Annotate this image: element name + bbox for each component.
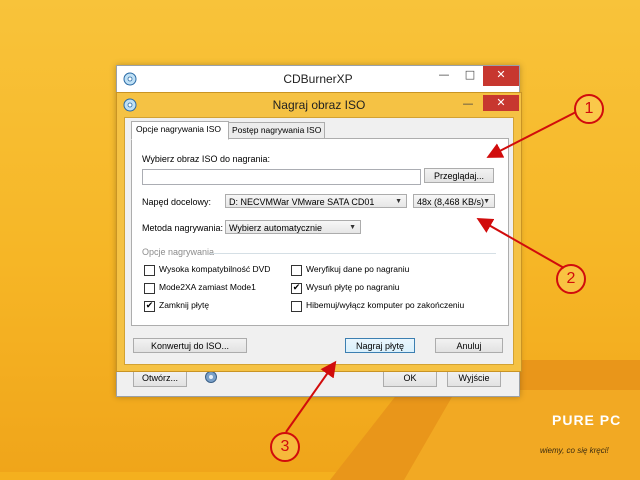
- tab-burn-progress[interactable]: Postęp nagrywania ISO: [227, 122, 325, 139]
- maximize-icon: □: [464, 68, 476, 81]
- close-icon: ✕: [496, 68, 506, 81]
- target-drive-select[interactable]: D: NECVMWar VMware SATA CD01 ▼: [225, 194, 407, 208]
- option-checkbox-finalize[interactable]: ✔: [144, 301, 155, 312]
- exit-button[interactable]: Wyjście: [447, 370, 501, 387]
- callout-marker-2: 2: [556, 264, 586, 294]
- minimize-icon: —: [462, 97, 474, 110]
- main-titlebar[interactable]: CDBurnerXP — □ ✕: [117, 66, 519, 92]
- burn-iso-dialog: Nagraj obraz ISO — ✕ Opcje nagrywania IS…: [116, 92, 522, 372]
- options-group-label: Opcje nagrywania: [142, 247, 215, 257]
- minimize-icon: —: [438, 68, 450, 81]
- target-drive-value: D: NECVMWar VMware SATA CD01: [229, 197, 375, 207]
- convert-to-iso-button[interactable]: Konwertuj do ISO...: [133, 338, 247, 353]
- iso-path-input[interactable]: [142, 169, 421, 185]
- checkmark-icon: ✔: [145, 301, 154, 311]
- dialog-client-area: Opcje nagrywania ISO Postęp nagrywania I…: [124, 117, 514, 365]
- callout-marker-1: 1: [574, 94, 604, 124]
- checkmark-icon: ✔: [292, 283, 301, 293]
- open-button[interactable]: Otwórz...: [133, 370, 187, 387]
- option-checkbox-hibernate[interactable]: [291, 301, 302, 312]
- cancel-button[interactable]: Anuluj: [435, 338, 503, 353]
- chevron-down-icon: ▼: [349, 224, 356, 231]
- close-icon: ✕: [496, 96, 506, 109]
- minimize-button[interactable]: —: [431, 66, 457, 86]
- option-checkbox-dvd-compat[interactable]: [144, 265, 155, 276]
- option-label: Wysoka kompatybilność DVD: [159, 264, 271, 274]
- chevron-down-icon: ▼: [483, 198, 490, 205]
- choose-iso-label: Wybierz obraz ISO do nagrania:: [142, 154, 270, 164]
- watermark-tagline: wiemy, co się kręci!: [540, 446, 609, 455]
- tab-burn-options[interactable]: Opcje nagrywania ISO: [131, 121, 229, 140]
- callout-marker-3: 3: [270, 432, 300, 462]
- option-label: Hibemuj/wyłącz komputer po zakończeniu: [306, 300, 465, 310]
- option-label: Mode2XA zamiast Mode1: [159, 282, 256, 292]
- browse-button[interactable]: Przeglądaj...: [424, 168, 494, 183]
- ok-button[interactable]: OK: [383, 370, 437, 387]
- method-value: Wybierz automatycznie: [229, 223, 322, 233]
- burn-disc-button[interactable]: Nagraj płytę: [345, 338, 415, 353]
- option-checkbox-verify[interactable]: [291, 265, 302, 276]
- chevron-down-icon: ▼: [395, 198, 402, 205]
- dialog-close-button[interactable]: ✕: [483, 95, 519, 111]
- option-checkbox-eject[interactable]: ✔: [291, 283, 302, 294]
- method-label: Metoda nagrywania:: [142, 223, 224, 233]
- watermark-logo: PURE PC: [552, 412, 622, 428]
- maximize-button[interactable]: □: [457, 66, 483, 86]
- target-drive-label: Napęd docelowy:: [142, 197, 212, 207]
- close-button[interactable]: ✕: [483, 66, 519, 86]
- option-label: Wysuń płytę po nagraniu: [306, 282, 400, 292]
- method-select[interactable]: Wybierz automatycznie ▼: [225, 220, 361, 234]
- speed-value: 48x (8,468 KB/s): [417, 197, 485, 207]
- options-panel: Wybierz obraz ISO do nagrania: Przegląda…: [131, 138, 509, 326]
- option-checkbox-mode2xa[interactable]: [144, 283, 155, 294]
- option-label: Zamknij płytę: [159, 300, 210, 310]
- speed-select[interactable]: 48x (8,468 KB/s) ▼: [413, 194, 495, 208]
- option-label: Weryfikuj dane po nagraniu: [306, 264, 410, 274]
- options-separator: [210, 253, 496, 254]
- dialog-minimize-button[interactable]: —: [455, 95, 481, 115]
- dialog-titlebar[interactable]: Nagraj obraz ISO — ✕: [117, 93, 521, 117]
